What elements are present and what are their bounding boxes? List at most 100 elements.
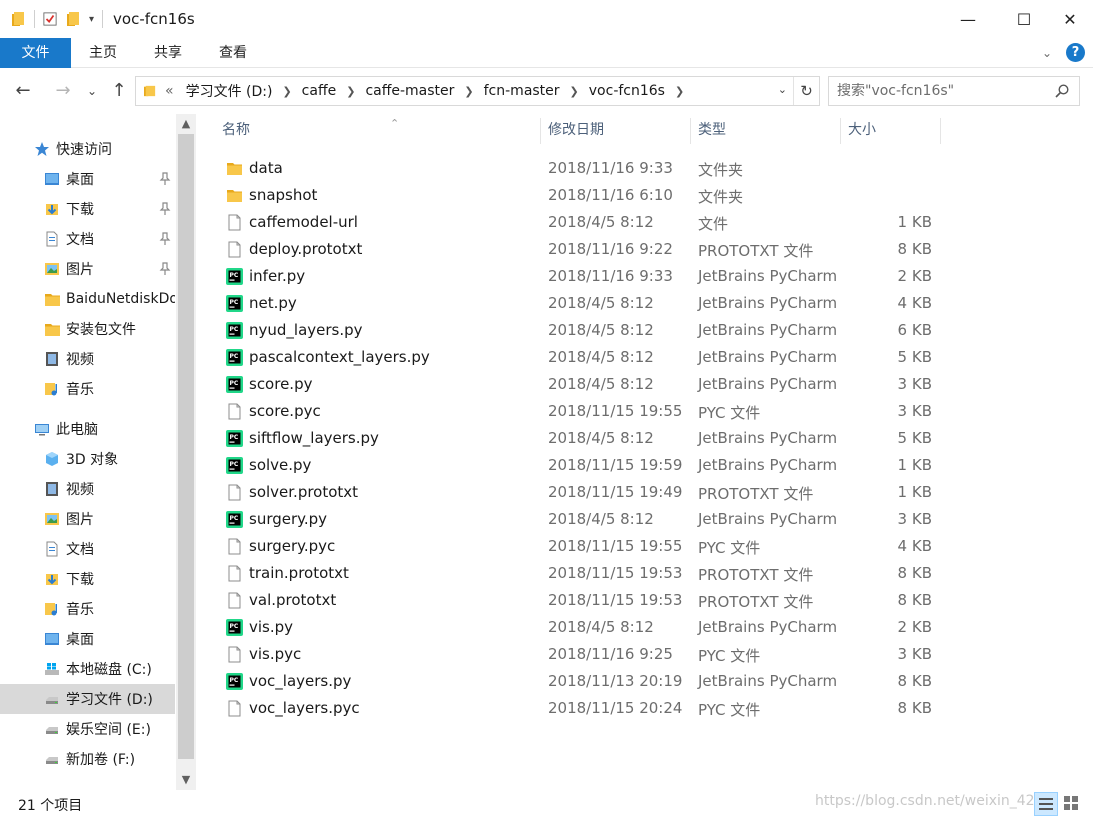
breadcrumb-item[interactable]: 学习文件 (D:) <box>186 81 273 101</box>
video-icon <box>44 351 60 367</box>
file-row[interactable]: caffemodel-url 2018/4/5 8:12 文件 1 KB <box>214 209 954 236</box>
sidebar-item[interactable]: 下载 <box>0 194 175 224</box>
minimize-button[interactable]: — <box>945 0 991 38</box>
nav-quick-access[interactable]: 快速访问 <box>0 134 175 164</box>
up-button[interactable]: ↑ <box>106 78 132 104</box>
scroll-up-icon[interactable]: ▲ <box>176 114 196 134</box>
sidebar-item[interactable]: 音乐 <box>0 374 175 404</box>
scrollbar-thumb[interactable] <box>178 134 194 759</box>
pictures-icon <box>44 261 60 277</box>
file-row[interactable]: vis.pyc 2018/11/16 9:25 PYC 文件 3 KB <box>214 641 954 668</box>
file-row[interactable]: PC vis.py 2018/4/5 8:12 JetBrains PyCharm 2 … <box>214 614 954 641</box>
pictures-icon <box>44 511 60 527</box>
forward-button[interactable]: → <box>50 78 76 104</box>
scroll-down-icon[interactable]: ▼ <box>176 770 196 790</box>
recent-locations-icon[interactable]: ⌄ <box>82 78 102 104</box>
column-header-type[interactable]: 类型 <box>690 114 840 146</box>
file-date: 2018/4/5 8:12 <box>548 618 654 636</box>
sidebar-item[interactable]: 文档 <box>0 224 175 254</box>
breadcrumb-item[interactable]: caffe <box>302 83 337 99</box>
address-bar[interactable]: « 学习文件 (D:) ❯ caffe ❯ caffe-master ❯ fcn… <box>135 76 820 106</box>
sidebar-item[interactable]: 下载 <box>0 564 175 594</box>
file-row[interactable]: surgery.pyc 2018/11/15 19:55 PYC 文件 4 KB <box>214 533 954 560</box>
file-size: 2 KB <box>897 618 932 636</box>
properties-icon[interactable] <box>43 11 57 27</box>
sidebar-item[interactable]: 音乐 <box>0 594 175 624</box>
sidebar-item[interactable]: 桌面 <box>0 164 175 194</box>
new-folder-icon[interactable] <box>67 11 81 27</box>
file-row[interactable]: PC score.py 2018/4/5 8:12 JetBrains PyCharm… <box>214 371 954 398</box>
nav-scrollbar[interactable]: ▲ ▼ <box>176 114 196 790</box>
refresh-button[interactable]: ↻ <box>793 77 819 105</box>
file-row[interactable]: PC siftflow_layers.py 2018/4/5 8:12 JetBrai… <box>214 425 954 452</box>
file-name: deploy.prototxt <box>249 240 363 258</box>
breadcrumb-overflow[interactable]: « <box>165 83 174 99</box>
customize-toolbar-icon[interactable]: ▾ <box>89 14 94 25</box>
file-date: 2018/4/5 8:12 <box>548 213 654 231</box>
sidebar-item[interactable]: 文档 <box>0 534 175 564</box>
file-row[interactable]: PC net.py 2018/4/5 8:12 JetBrains PyCharm 4 … <box>214 290 954 317</box>
column-header-size[interactable]: 大小 <box>840 114 940 146</box>
chevron-right-icon[interactable]: ❯ <box>282 85 291 98</box>
sidebar-item[interactable]: 本地磁盘 (C:) <box>0 654 175 684</box>
chevron-right-icon[interactable]: ❯ <box>570 85 579 98</box>
nav-this-pc[interactable]: 此电脑 <box>0 414 175 444</box>
breadcrumb-item[interactable]: voc-fcn16s <box>589 83 665 99</box>
folder-icon <box>226 187 243 204</box>
file-row[interactable]: PC surgery.py 2018/4/5 8:12 JetBrains PyCha… <box>214 506 954 533</box>
sidebar-item[interactable]: BaiduNetdiskDownload <box>0 284 175 314</box>
column-header-name[interactable]: 名称 ⌃ <box>214 114 540 146</box>
close-button[interactable]: ✕ <box>1047 0 1093 38</box>
file-row[interactable]: PC voc_layers.py 2018/11/13 20:19 JetBrains… <box>214 668 954 695</box>
file-size: 3 KB <box>897 402 932 420</box>
search-icon[interactable] <box>1055 84 1069 98</box>
file-row[interactable]: PC pascalcontext_layers.py 2018/4/5 8:12 Je… <box>214 344 954 371</box>
search-box[interactable] <box>828 76 1080 106</box>
sidebar-item[interactable]: 桌面 <box>0 624 175 654</box>
file-row[interactable]: deploy.prototxt 2018/11/16 9:22 PROTOTXT 文… <box>214 236 954 263</box>
sidebar-item[interactable]: 图片 <box>0 504 175 534</box>
column-divider[interactable] <box>940 118 941 144</box>
address-dropdown-icon[interactable]: ⌄ <box>778 83 787 96</box>
column-header-date[interactable]: 修改日期 <box>540 114 690 146</box>
sidebar-item[interactable]: 视频 <box>0 344 175 374</box>
details-view-button[interactable] <box>1034 792 1058 816</box>
back-button[interactable]: ← <box>10 78 36 104</box>
file-row[interactable]: PC nyud_layers.py 2018/4/5 8:12 JetBrains P… <box>214 317 954 344</box>
tab-share[interactable]: 共享 <box>135 38 201 68</box>
tab-home[interactable]: 主页 <box>71 38 135 68</box>
file-row[interactable]: train.prototxt 2018/11/15 19:53 PROTOTXT 文… <box>214 560 954 587</box>
tab-view[interactable]: 查看 <box>201 38 265 68</box>
file-name: net.py <box>249 294 297 312</box>
breadcrumb-item[interactable]: caffe-master <box>365 83 454 99</box>
file-row[interactable]: val.prototxt 2018/11/15 19:53 PROTOTXT 文件 8… <box>214 587 954 614</box>
sidebar-item[interactable]: 娱乐空间 (E:) <box>0 714 175 744</box>
help-icon[interactable]: ? <box>1066 43 1085 62</box>
sidebar-item[interactable]: 图片 <box>0 254 175 284</box>
divider <box>102 10 104 28</box>
file-type: 文件夹 <box>698 161 744 179</box>
maximize-button[interactable]: ☐ <box>1001 0 1047 38</box>
chevron-right-icon[interactable]: ❯ <box>675 85 684 98</box>
search-input[interactable] <box>837 83 1047 99</box>
file-row[interactable]: data 2018/11/16 9:33 文件夹 <box>214 155 954 182</box>
file-type: PROTOTXT 文件 <box>698 242 814 260</box>
file-row[interactable]: score.pyc 2018/11/15 19:55 PYC 文件 3 KB <box>214 398 954 425</box>
sidebar-item[interactable]: 新加卷 (F:) <box>0 744 175 774</box>
sidebar-item[interactable]: 3D 对象 <box>0 444 175 474</box>
file-name: voc_layers.pyc <box>249 699 360 717</box>
sidebar-item[interactable]: 安装包文件 <box>0 314 175 344</box>
file-row[interactable]: solver.prototxt 2018/11/15 19:49 PROTOTXT … <box>214 479 954 506</box>
tab-file[interactable]: 文件 <box>0 38 71 68</box>
chevron-right-icon[interactable]: ❯ <box>464 85 473 98</box>
large-icons-view-button[interactable] <box>1060 792 1084 816</box>
file-row[interactable]: PC solve.py 2018/11/15 19:59 JetBrains PyCh… <box>214 452 954 479</box>
file-row[interactable]: snapshot 2018/11/16 6:10 文件夹 <box>214 182 954 209</box>
sidebar-item[interactable]: 视频 <box>0 474 175 504</box>
sidebar-item[interactable]: 学习文件 (D:) <box>0 684 175 714</box>
chevron-right-icon[interactable]: ❯ <box>346 85 355 98</box>
expand-ribbon-icon[interactable]: ⌄ <box>1042 46 1052 60</box>
file-row[interactable]: voc_layers.pyc 2018/11/15 20:24 PYC 文件 8 KB <box>214 695 954 722</box>
breadcrumb-item[interactable]: fcn-master <box>484 83 560 99</box>
file-row[interactable]: PC infer.py 2018/11/16 9:33 JetBrains PyCha… <box>214 263 954 290</box>
